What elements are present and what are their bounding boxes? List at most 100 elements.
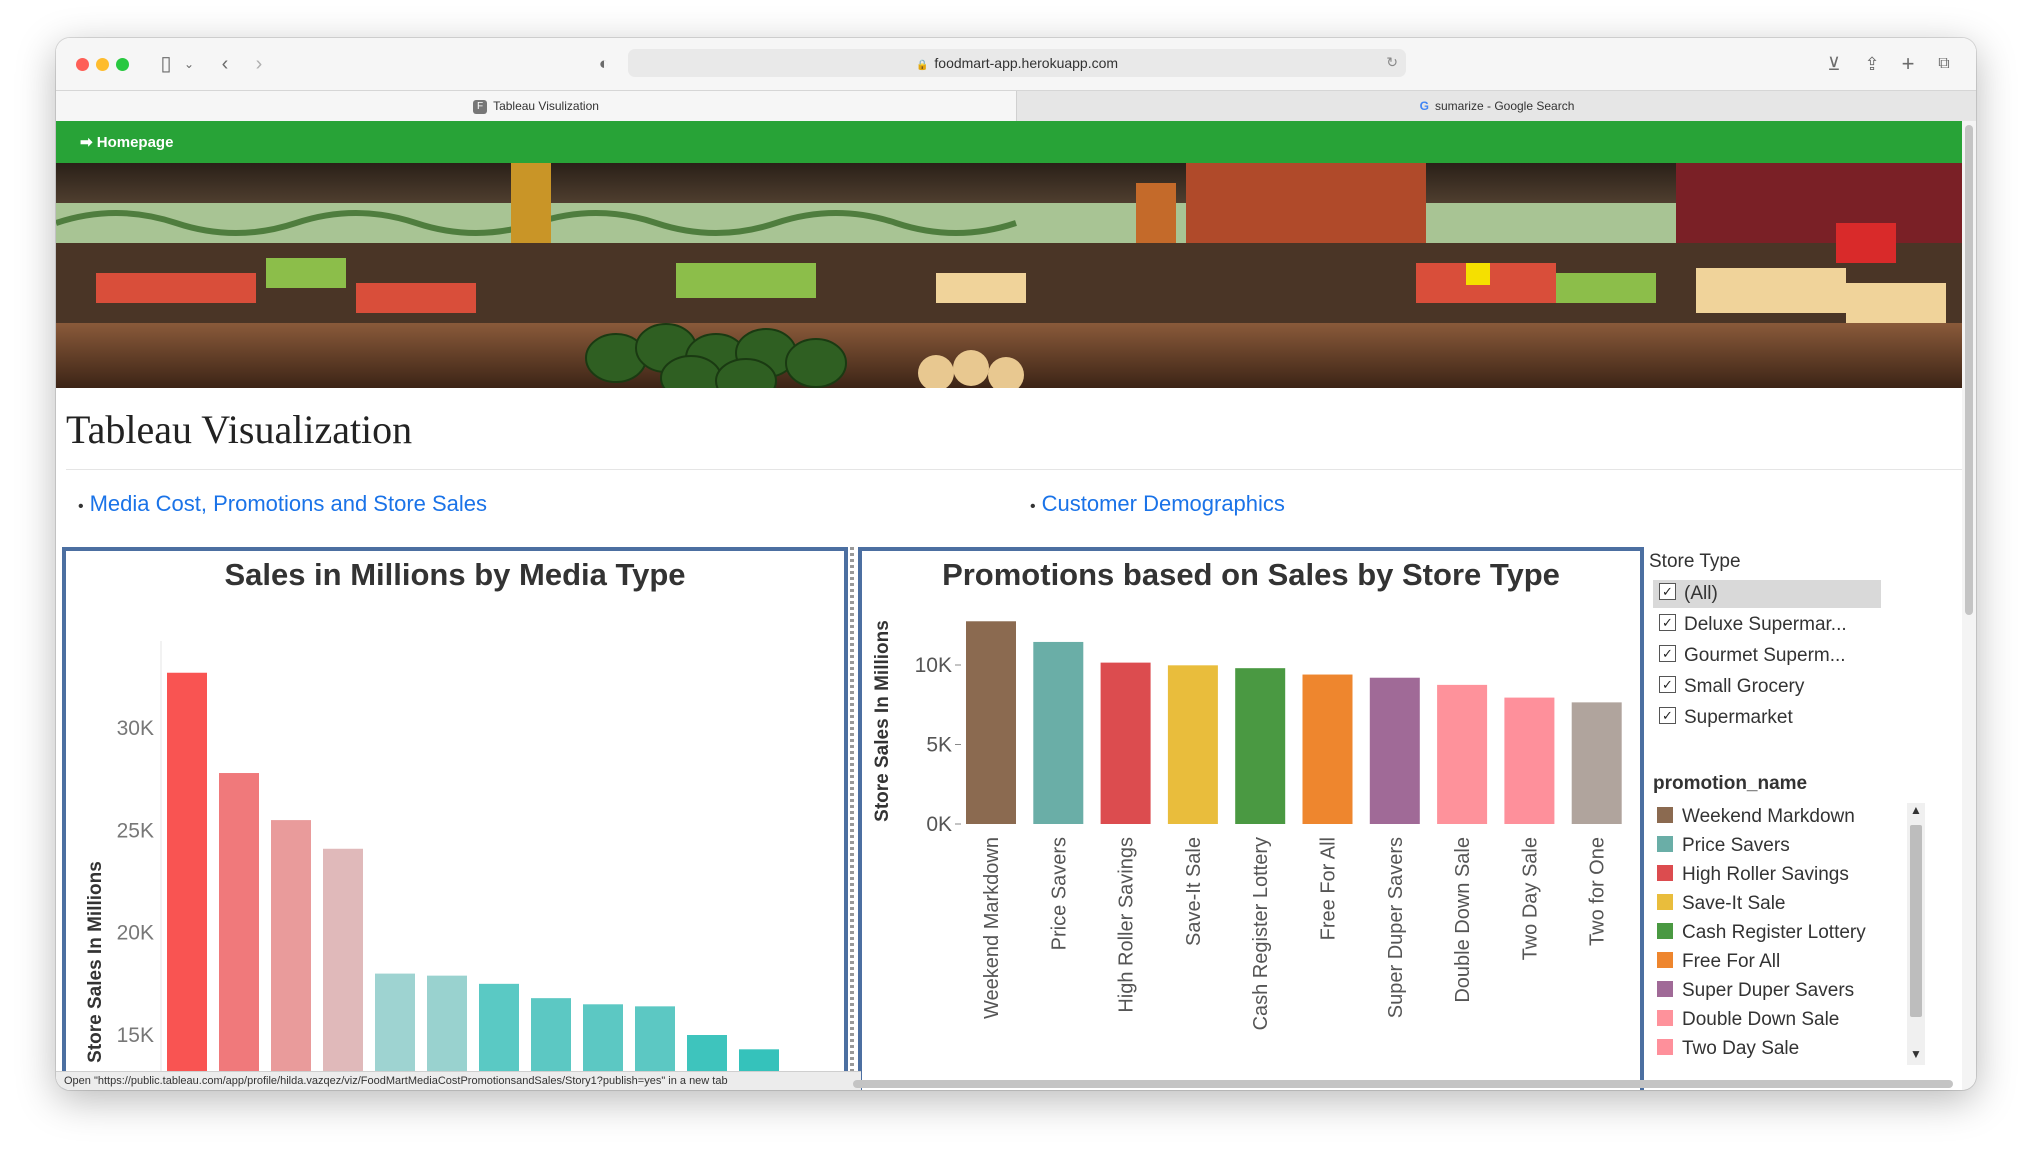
filter-sidebar: Store Type ✓ (All) ✓ Deluxe Supermar... ✓ Gou… [1649, 547, 1939, 1090]
checkbox-checked-icon[interactable]: ✓ [1659, 583, 1676, 601]
bar[interactable] [1504, 697, 1555, 824]
checkbox-checked-icon[interactable]: ✓ [1659, 707, 1676, 725]
reload-icon[interactable]: ↻ [1386, 54, 1398, 71]
x-tick-label: Super Duper Savers [1385, 837, 1407, 1018]
scroll-thumb[interactable] [1910, 825, 1922, 1017]
checkbox-checked-icon[interactable]: ✓ [1659, 614, 1676, 632]
legend-item[interactable]: Double Down Sale [1657, 1006, 1839, 1034]
legend-item[interactable]: Two Day Sale [1657, 1035, 1799, 1063]
legend-swatch [1657, 893, 1673, 910]
legend-scrollbar[interactable]: ▲ ▼ [1907, 803, 1925, 1065]
legend-item[interactable]: High Roller Savings [1657, 861, 1849, 889]
chevron-down-icon[interactable]: ⌄ [182, 52, 196, 76]
legend-item[interactable]: Save-It Sale [1657, 890, 1786, 918]
store-type-option[interactable]: ✓ Supermarket [1653, 704, 1881, 732]
bar[interactable] [1235, 668, 1286, 824]
close-window-button[interactable] [76, 58, 89, 71]
store-type-chart-panel[interactable]: Promotions based on Sales by Store Type … [858, 547, 1644, 1090]
bar[interactable] [1033, 641, 1084, 824]
zoom-window-button[interactable] [116, 58, 129, 71]
bar[interactable] [687, 1035, 727, 1071]
bar[interactable] [966, 621, 1016, 824]
bar[interactable] [167, 672, 207, 1071]
legend-swatch [1657, 864, 1673, 881]
x-tick-label: Cash Register Lottery [1250, 837, 1272, 1030]
legend-swatch [1657, 835, 1673, 852]
bar[interactable] [1369, 677, 1420, 824]
supermarket-banner-image [56, 163, 1962, 388]
bar[interactable] [219, 773, 259, 1071]
store-type-option[interactable]: ✓ Gourmet Superm... [1653, 642, 1881, 670]
bullet: • [1030, 498, 1036, 515]
bar[interactable] [271, 820, 311, 1071]
customer-demographics-link[interactable]: • Customer Demographics [1030, 491, 1285, 517]
scroll-up-icon[interactable]: ▲ [1907, 803, 1925, 821]
legend-label: Cash Register Lottery [1682, 922, 1866, 943]
bar[interactable] [739, 1049, 779, 1071]
bar[interactable] [635, 1006, 675, 1071]
legend-swatch [1657, 1009, 1673, 1026]
horizontal-scrollbar[interactable] [853, 1080, 1953, 1088]
legend-label: Free For All [1682, 951, 1781, 972]
legend-label: High Roller Savings [1682, 864, 1849, 885]
media-type-chart-panel[interactable]: Sales in Millions by Media Type Store Sa… [62, 547, 848, 1090]
tab-overview-icon[interactable]: ⧉ [1932, 52, 1956, 76]
store-type-option-label: Supermarket [1684, 707, 1793, 728]
y-tick-label: 10K [915, 654, 952, 677]
tab-strip: F Tableau Visulization Gsumarize - Google… [56, 90, 1976, 122]
url-text: foodmart-app.herokuapp.com [934, 55, 1119, 71]
minimize-window-button[interactable] [96, 58, 109, 71]
checkbox-checked-icon[interactable]: ✓ [1659, 676, 1676, 694]
back-icon[interactable]: ‹ [214, 52, 236, 76]
page-vertical-scrollbar[interactable] [1962, 121, 1976, 1090]
page-content: ➡ Homepage Tableau Visualization • Media… [56, 121, 1962, 1090]
x-tick-label: Double Down Sale [1452, 837, 1474, 1003]
bar[interactable] [1100, 662, 1151, 824]
page-scroll-thumb[interactable] [1965, 125, 1973, 615]
bar[interactable] [375, 973, 415, 1071]
new-tab-icon[interactable]: + [1896, 52, 1920, 76]
homepage-link[interactable]: ➡ Homepage [80, 133, 173, 151]
legend-label: Two Day Sale [1682, 1038, 1800, 1059]
bar[interactable] [583, 1004, 623, 1071]
forward-icon[interactable]: › [248, 52, 270, 76]
customer-demographics-link-label: Customer Demographics [1041, 491, 1285, 516]
bar[interactable] [1437, 684, 1488, 824]
bar[interactable] [531, 998, 571, 1071]
top-nav-bar: ➡ Homepage [56, 121, 1962, 163]
store-type-option[interactable]: ✓ Deluxe Supermar... [1653, 611, 1881, 639]
legend-item[interactable]: Super Duper Savers [1657, 977, 1854, 1005]
bar[interactable] [323, 848, 363, 1071]
store-type-option[interactable]: ✓ (All) [1653, 580, 1881, 608]
legend-item[interactable]: Free For All [1657, 948, 1780, 976]
tab-tableau[interactable]: F Tableau Visulization [56, 91, 1016, 121]
legend-swatch [1657, 951, 1673, 968]
sidebar-toggle-icon[interactable]: ▯ [152, 52, 180, 76]
legend-swatch [1657, 806, 1673, 823]
checkbox-checked-icon[interactable]: ✓ [1659, 645, 1676, 663]
tab-google-search[interactable]: Gsumarize - Google Search [1016, 91, 1976, 121]
bar[interactable] [1571, 702, 1622, 824]
x-tick-label: Two Day Sale [1519, 837, 1541, 960]
y-tick-label: 30K [117, 717, 154, 740]
x-tick-label: Two for One [1587, 837, 1609, 946]
panel-splitter[interactable] [850, 547, 854, 1090]
legend-item[interactable]: Cash Register Lottery [1657, 919, 1866, 947]
x-tick-label: Price Savers [1048, 837, 1070, 950]
bar[interactable] [1167, 665, 1218, 824]
privacy-shield-icon[interactable]: ◐ [592, 52, 616, 76]
store-type-option-label: Small Grocery [1684, 676, 1805, 697]
legend-item[interactable]: Price Savers [1657, 832, 1790, 860]
share-icon[interactable]: ⇪ [1860, 52, 1884, 76]
bar[interactable] [479, 983, 519, 1071]
scroll-down-icon[interactable]: ▼ [1907, 1047, 1925, 1065]
legend-item[interactable]: Weekend Markdown [1657, 803, 1855, 831]
browser-toolbar: ▯ ⌄ ‹ › ◐ 🔒 foodmart-app.herokuapp.com ↻ … [56, 38, 1976, 90]
bar[interactable] [1302, 674, 1353, 824]
bar[interactable] [427, 975, 467, 1071]
media-cost-link[interactable]: • Media Cost, Promotions and Store Sales [78, 491, 487, 517]
store-type-option[interactable]: ✓ Small Grocery [1653, 673, 1881, 701]
address-bar[interactable]: 🔒 foodmart-app.herokuapp.com ↻ [628, 49, 1406, 77]
download-icon[interactable]: ⊻ [1822, 52, 1846, 76]
x-tick-label: High Roller Savings [1116, 837, 1138, 1013]
